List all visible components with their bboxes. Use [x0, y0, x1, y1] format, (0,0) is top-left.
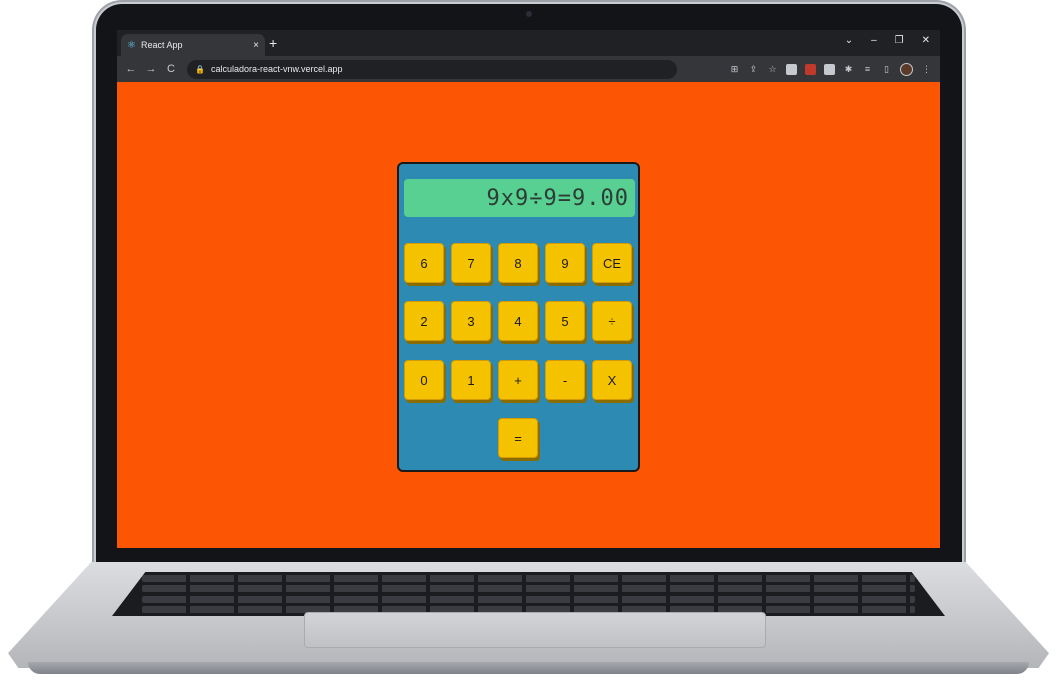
tab-search-icon[interactable]: ⌄ [845, 35, 853, 46]
key-3[interactable]: 3 [451, 301, 491, 341]
window-controls: ⌄ – ❐ ✕ [845, 35, 930, 46]
keyboard [112, 572, 945, 616]
menu-icon[interactable]: ⋮ [921, 64, 932, 75]
laptop-base [8, 562, 1049, 676]
profile-avatar[interactable] [900, 62, 913, 76]
key-divide[interactable]: ÷ [592, 301, 632, 341]
lock-icon: 🔒 [195, 64, 205, 74]
key-multiply[interactable]: X [592, 360, 632, 400]
tab-react-app[interactable]: ⚛ React App × [121, 34, 265, 56]
forward-icon[interactable]: → [145, 63, 157, 75]
new-tab-button[interactable]: + [269, 34, 277, 52]
close-tab-icon[interactable]: × [253, 40, 259, 51]
back-icon[interactable]: ← [125, 63, 137, 75]
minimize-icon[interactable]: – [871, 35, 877, 46]
key-1[interactable]: 1 [451, 360, 491, 400]
tab-bar: ⚛ React App × + ⌄ – ❐ ✕ [117, 30, 940, 56]
url-text: calculadora-react-vnw.vercel.app [210, 64, 343, 74]
key-4[interactable]: 4 [498, 301, 538, 341]
extension-icon[interactable] [786, 63, 797, 75]
key-7[interactable]: 7 [451, 243, 491, 283]
calculator: 9x9÷9=9.00 6 7 8 9 CE 2 3 4 5 ÷ 0 1 + - … [397, 162, 640, 472]
key-6[interactable]: 6 [404, 243, 444, 283]
puzzle-icon[interactable]: ✱ [843, 64, 854, 75]
key-8[interactable]: 8 [498, 243, 538, 283]
webcam [526, 11, 532, 17]
browser-toolbar: ← → C 🔒 calculadora-react-vnw.vercel.app… [117, 56, 940, 82]
key-0[interactable]: 0 [404, 360, 444, 400]
bookmark-star-icon[interactable]: ☆ [767, 64, 778, 75]
laptop-edge [28, 662, 1029, 674]
extensions-area: ⊞ ⇪ ☆ ✱ ≡ ▯ ⋮ [729, 62, 932, 76]
key-9[interactable]: 9 [545, 243, 585, 283]
key-equals[interactable]: = [498, 418, 538, 458]
tab-title: React App [140, 40, 183, 50]
trackpad [304, 612, 766, 648]
key-plus[interactable]: + [498, 360, 538, 400]
key-clear-entry[interactable]: CE [592, 243, 632, 283]
address-bar[interactable]: 🔒 calculadora-react-vnw.vercel.app [187, 59, 677, 79]
share-icon[interactable]: ⇪ [748, 64, 759, 75]
reload-icon[interactable]: C [165, 63, 177, 75]
reading-list-icon[interactable]: ≡ [862, 64, 873, 75]
close-window-icon[interactable]: ✕ [922, 35, 930, 46]
restore-icon[interactable]: ❐ [895, 35, 904, 46]
side-panel-icon[interactable]: ▯ [881, 64, 892, 75]
extension-icon[interactable] [805, 63, 816, 75]
key-2[interactable]: 2 [404, 301, 444, 341]
key-5[interactable]: 5 [545, 301, 585, 341]
react-icon: ⚛ [127, 39, 136, 51]
extension-icon[interactable] [824, 63, 835, 75]
translate-icon[interactable]: ⊞ [729, 64, 740, 75]
browser-window: ⚛ React App × + ⌄ – ❐ ✕ ← → C 🔒 calculad… [117, 30, 940, 548]
key-minus[interactable]: - [545, 360, 585, 400]
calculator-display: 9x9÷9=9.00 [404, 179, 635, 217]
